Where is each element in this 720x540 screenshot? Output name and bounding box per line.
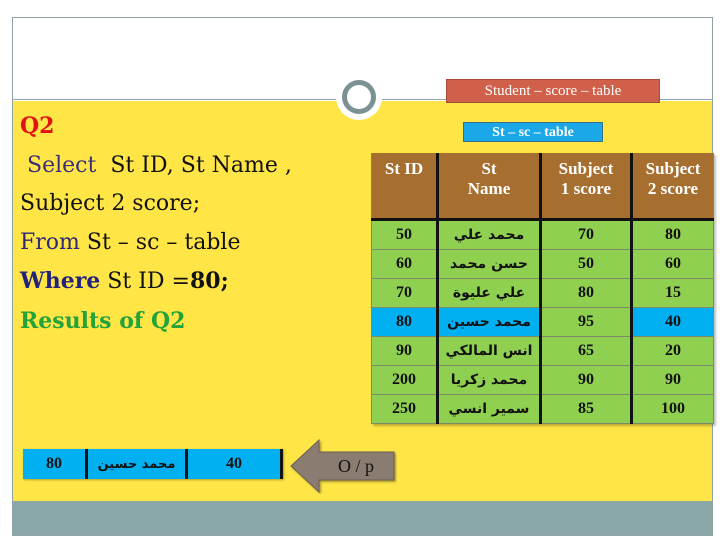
score-table: St ID St Name Subject 1 score Subject 2 sco… [371, 153, 714, 424]
cell-subject-1-score: 95 [539, 306, 633, 337]
from-line: From St – sc – table [20, 224, 292, 263]
cell-st-id: 200 [371, 364, 439, 395]
cell-subject-2-score: 15 [630, 277, 714, 308]
circle-ornament-icon [342, 80, 376, 114]
cell-st-name: علي عليوة [436, 277, 542, 308]
cell-st-name: محمد زكريا [436, 364, 542, 395]
query-label: Q2 [20, 113, 55, 139]
column-header-st-id: St ID [371, 153, 439, 219]
column-header-subject-2-score: Subject 2 score [630, 153, 714, 219]
results-label: Results of Q2 [20, 307, 186, 334]
table-row: 70 علي عليوة 80 15 [371, 277, 714, 308]
cell-st-id: 80 [371, 306, 439, 337]
column-header-subject-1-score: Subject 1 score [539, 153, 633, 219]
where-keyword: Where [20, 268, 101, 294]
cell-st-id: 90 [371, 335, 439, 366]
column-header-st-name: St Name [436, 153, 542, 219]
cell-subject-2-score: 90 [630, 364, 714, 395]
output-subject-2-score: 40 [188, 449, 283, 479]
cell-st-id: 70 [371, 277, 439, 308]
cell-subject-1-score: 70 [539, 218, 633, 250]
table-body: 50 محمد علي 70 80 60 حسن محمد 50 60 70 علي عليوة 8… [371, 218, 714, 424]
table-row: 200 محمد زكريا 90 90 [371, 364, 714, 395]
cell-st-name: سمير انسي [436, 393, 542, 424]
select-fields: St ID, St Name , [110, 152, 292, 178]
cell-subject-1-score: 65 [539, 335, 633, 366]
results-line: Results of Q2 [20, 302, 292, 342]
select-fields-cont-line: Subject 2 score; [20, 185, 292, 224]
query-output-row: 80 محمد حسين 40 [23, 449, 283, 479]
where-value: 80; [189, 268, 229, 294]
query-label-line: Q2 [20, 107, 292, 147]
slide-title: Student – score – table [446, 79, 660, 103]
output-st-id: 80 [23, 449, 88, 479]
cell-subject-2-score: 100 [630, 393, 714, 424]
output-arrow-label: O / p [338, 456, 374, 476]
table-row-highlighted: 80 محمد حسين 95 40 [371, 306, 714, 337]
sql-query: Q2 Select St ID, St Name , Subject 2 sco… [20, 107, 292, 341]
cell-st-name: محمد علي [436, 218, 542, 250]
cell-subject-2-score: 60 [630, 248, 714, 279]
footer-band [13, 501, 712, 535]
cell-subject-1-score: 50 [539, 248, 633, 279]
table-header-row: St ID St Name Subject 1 score Subject 2 sco… [371, 153, 714, 219]
select-line: Select St ID, St Name , [20, 147, 292, 186]
select-fields-cont: Subject 2 score; [20, 191, 201, 216]
cell-st-name: محمد حسين [436, 306, 542, 337]
from-keyword: From [20, 229, 80, 255]
where-line: Where St ID =80; [20, 262, 292, 302]
table-row: 250 سمير انسي 85 100 [371, 393, 714, 424]
cell-st-id: 50 [371, 218, 439, 250]
cell-st-name: انس المالكي [436, 335, 542, 366]
cell-subject-2-score: 80 [630, 218, 714, 250]
table-row: 50 محمد علي 70 80 [371, 218, 714, 250]
cell-st-name: حسن محمد [436, 248, 542, 279]
cell-st-id: 250 [371, 393, 439, 424]
cell-subject-1-score: 90 [539, 364, 633, 395]
table-row: 90 انس المالكي 65 20 [371, 335, 714, 366]
output-st-name: محمد حسين [88, 449, 188, 479]
table-caption: St – sc – table [463, 122, 603, 142]
cell-subject-2-score: 20 [630, 335, 714, 366]
cell-subject-1-score: 85 [539, 393, 633, 424]
table-row: 60 حسن محمد 50 60 [371, 248, 714, 279]
cell-subject-1-score: 80 [539, 277, 633, 308]
cell-subject-2-score: 40 [630, 306, 714, 337]
from-table: St – sc – table [86, 229, 241, 255]
cell-st-id: 60 [371, 248, 439, 279]
select-keyword: Select [27, 152, 97, 178]
where-condition: St ID = [107, 269, 190, 294]
